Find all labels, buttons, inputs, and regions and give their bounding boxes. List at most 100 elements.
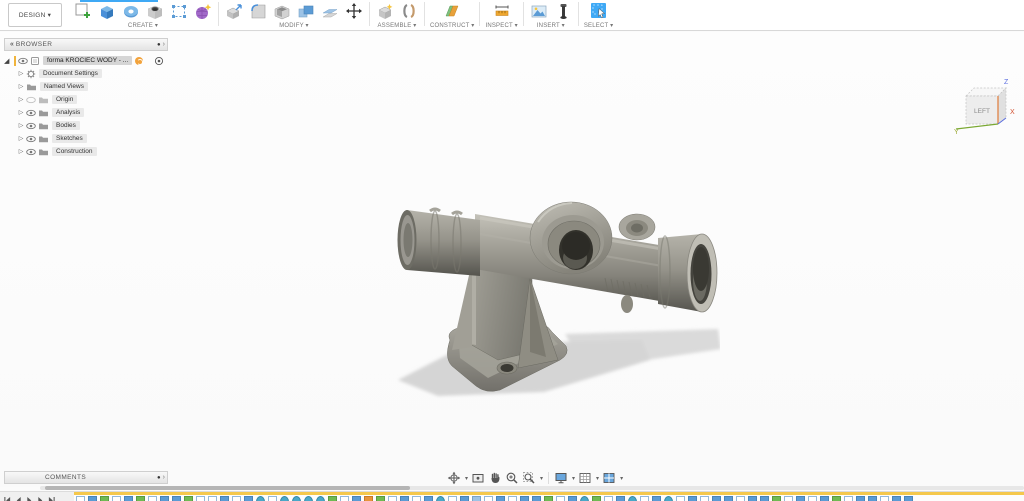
timeline-feature-revolve-icon[interactable] (304, 496, 313, 501)
grid-snaps-icon[interactable] (578, 471, 592, 485)
eye-icon[interactable] (26, 148, 36, 156)
chevron-down-icon[interactable]: ▾ (596, 475, 599, 482)
chevron-down-icon[interactable]: ▾ (465, 475, 468, 482)
timeline-feature-sketch-icon[interactable] (268, 496, 277, 501)
timeline-feature-sketch-icon[interactable] (808, 496, 817, 501)
pattern-icon[interactable] (169, 1, 189, 21)
expand-icon[interactable]: ▷ (16, 135, 26, 142)
timeline-feature-sketch-icon[interactable] (76, 496, 85, 501)
timeline-feature-extrude-icon[interactable] (160, 496, 169, 501)
timeline-feature-fillet-icon[interactable] (184, 496, 193, 501)
timeline-feature-sketch-icon[interactable] (700, 496, 709, 501)
go-to-start-icon[interactable] (4, 496, 11, 501)
browser-row-bodies[interactable]: ▷ Bodies (4, 119, 168, 132)
expand-icon[interactable]: ▷ (16, 148, 26, 155)
play-icon[interactable] (26, 496, 33, 501)
timeline-feature-sketch-icon[interactable] (112, 496, 121, 501)
timeline-feature-extrude-icon[interactable] (820, 496, 829, 501)
press-pull-icon[interactable] (224, 1, 244, 21)
display-settings-icon[interactable] (554, 471, 568, 485)
step-back-icon[interactable] (15, 496, 22, 501)
tree-item-label[interactable]: Analysis (52, 108, 84, 117)
timeline-feature-fillet-icon[interactable] (772, 496, 781, 501)
extrude-icon[interactable] (97, 1, 117, 21)
chevron-down-icon[interactable]: ▾ (540, 475, 543, 482)
timeline-feature-revolve-icon[interactable] (316, 496, 325, 501)
root-component-name[interactable]: forma KROCIEC WODY - ... (43, 56, 132, 65)
move-icon[interactable] (344, 1, 364, 21)
expand-icon[interactable]: ▷ (16, 109, 26, 116)
timeline-feature-fillet-icon[interactable] (100, 496, 109, 501)
tree-item-label[interactable]: Construction (52, 147, 97, 156)
toolbar-group-select-label[interactable]: SELECT ▾ (584, 22, 614, 29)
orbit-icon[interactable] (447, 471, 461, 485)
timeline-feature-sketch-icon[interactable] (736, 496, 745, 501)
select-icon[interactable] (589, 1, 609, 21)
tree-item-label[interactable]: Origin (52, 95, 77, 104)
timeline-feature-fillet-icon[interactable] (136, 496, 145, 501)
viewports-icon[interactable] (602, 471, 616, 485)
timeline-feature-extrude-icon[interactable] (124, 496, 133, 501)
timeline-feature-extrude-icon[interactable] (796, 496, 805, 501)
browser-row-origin[interactable]: ▷ Origin (4, 93, 168, 106)
timeline-feature-sketch-icon[interactable] (388, 496, 397, 501)
timeline-feature-extrude-icon[interactable] (892, 496, 901, 501)
toolbar-group-construct-label[interactable]: CONSTRUCT ▾ (430, 22, 474, 29)
step-forward-icon[interactable] (37, 496, 44, 501)
timeline-feature-sketch-icon[interactable] (844, 496, 853, 501)
timeline-feature-fillet-icon[interactable] (832, 496, 841, 501)
timeline-feature-sketch-icon[interactable] (640, 496, 649, 501)
timeline-feature-sketch-icon[interactable] (412, 496, 421, 501)
timeline-feature-revolve-icon[interactable] (628, 496, 637, 501)
timeline-feature-sketch-icon[interactable] (340, 496, 349, 501)
pan-icon[interactable] (488, 471, 502, 485)
timeline-feature-extrude-icon[interactable] (244, 496, 253, 501)
collapse-panel-icon[interactable]: « (10, 41, 13, 48)
panel-expand-icon[interactable]: › (163, 474, 165, 481)
chevron-down-icon[interactable]: ▾ (620, 475, 623, 482)
tree-item-label[interactable]: Document Settings (39, 69, 102, 78)
canvas-icon[interactable] (529, 1, 549, 21)
eye-icon[interactable] (18, 57, 28, 65)
browser-row-analysis[interactable]: ▷ Analysis (4, 106, 168, 119)
shell-icon[interactable] (272, 1, 292, 21)
timeline-feature-sketch-icon[interactable] (604, 496, 613, 501)
toolbar-group-inspect-label[interactable]: INSPECT ▾ (485, 22, 517, 29)
hole-icon[interactable] (145, 1, 165, 21)
timeline-feature-revolve-icon[interactable] (664, 496, 673, 501)
timeline-feature-extrude-icon[interactable] (496, 496, 505, 501)
timeline-scrollbar-thumb[interactable] (45, 486, 410, 490)
tree-item-label[interactable]: Named Views (40, 82, 88, 91)
timeline-feature-extrude-icon[interactable] (400, 496, 409, 501)
timeline-feature-sketch-icon[interactable] (148, 496, 157, 501)
chevron-down-icon[interactable]: ▾ (572, 475, 575, 482)
timeline-feature-fillet-icon[interactable] (592, 496, 601, 501)
timeline-feature-extrude-icon[interactable] (172, 496, 181, 501)
timeline-feature-extrude-icon[interactable] (88, 496, 97, 501)
comments-panel-header[interactable]: COMMENTS ● › (4, 471, 168, 484)
timeline-feature-extrude-icon[interactable] (748, 496, 757, 501)
timeline-feature-track[interactable] (74, 492, 1024, 501)
timeline-feature-extrude-icon[interactable] (616, 496, 625, 501)
browser-root-row[interactable]: ◢ forma KROCIEC WODY - ... (4, 54, 168, 67)
timeline-feature-extrude-icon[interactable] (904, 496, 913, 501)
toolbar-group-modify-label[interactable]: MODIFY ▾ (279, 22, 309, 29)
timeline-feature-sketch-icon[interactable] (196, 496, 205, 501)
panel-options-icon[interactable]: ● (157, 42, 161, 48)
combine-icon[interactable] (296, 1, 316, 21)
timeline-feature-sketch-icon[interactable] (556, 496, 565, 501)
timeline-feature-sketch-icon[interactable] (508, 496, 517, 501)
timeline-feature-sketch-icon[interactable] (784, 496, 793, 501)
timeline-feature-extrude-icon[interactable] (652, 496, 661, 501)
timeline-feature-extrude-icon[interactable] (568, 496, 577, 501)
browser-row-sketches[interactable]: ▷ Sketches (4, 132, 168, 145)
new-component-icon[interactable] (375, 1, 395, 21)
timeline-feature-revolve-icon[interactable] (292, 496, 301, 501)
timeline-feature-extrude-icon[interactable] (220, 496, 229, 501)
timeline-scrollbar[interactable] (40, 486, 1024, 490)
expand-icon[interactable]: ▷ (16, 96, 26, 103)
expand-root-icon[interactable]: ◢ (4, 57, 14, 65)
timeline-feature-fillet-icon[interactable] (376, 496, 385, 501)
expand-icon[interactable]: ▷ (16, 122, 26, 129)
timeline-feature-chamfer-icon[interactable] (364, 496, 373, 501)
